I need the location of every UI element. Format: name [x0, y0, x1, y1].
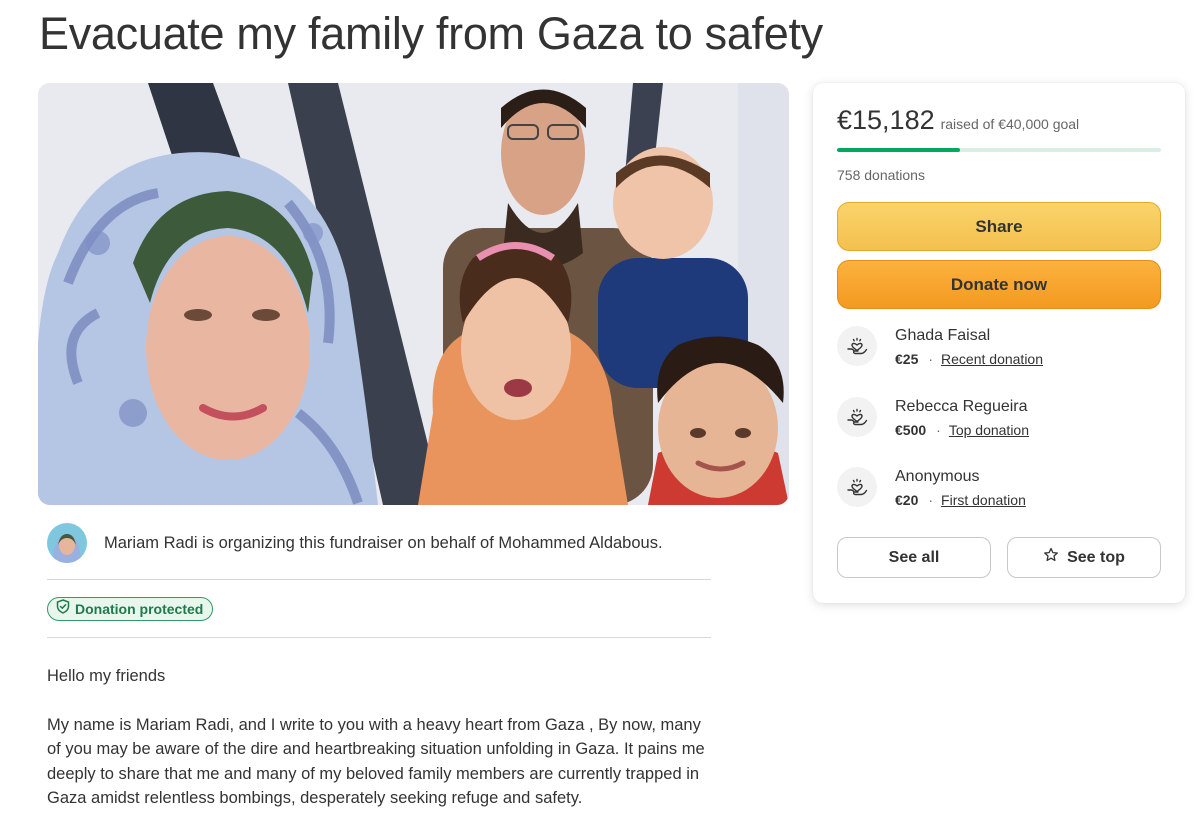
- progress-bar: [837, 148, 1161, 152]
- donation-protected-badge[interactable]: Donation protected: [47, 597, 214, 621]
- see-all-button[interactable]: See all: [837, 537, 991, 578]
- donor-name: Ghada Faisal: [895, 327, 991, 344]
- see-all-label: See all: [888, 548, 940, 566]
- donor-name: Anonymous: [895, 468, 980, 485]
- share-button[interactable]: Share: [837, 202, 1161, 251]
- donor-amount: €20: [895, 492, 919, 508]
- progress-fill: [837, 148, 960, 152]
- shield-check-icon: [56, 599, 70, 619]
- donor-meta: €20 · First donation: [895, 492, 1026, 508]
- donation-count: 758 donations: [837, 167, 925, 183]
- donor-item: Rebecca Regueira €500 · Top donation: [837, 397, 1161, 441]
- donation-tag-link[interactable]: Recent donation: [941, 351, 1043, 367]
- donor-item: Ghada Faisal €25 · Recent donation: [837, 326, 1161, 370]
- donation-tag-link[interactable]: Top donation: [949, 422, 1029, 438]
- donor-item: Anonymous €20 · First donation: [837, 467, 1161, 511]
- raised-summary: €15,182 raised of €40,000 goal: [837, 105, 1079, 136]
- donate-now-button[interactable]: Donate now: [837, 260, 1161, 309]
- badge-label: Donation protected: [75, 601, 204, 617]
- separator-dot: ·: [936, 422, 941, 438]
- donor-amount: €500: [895, 422, 927, 438]
- donor-meta: €500 · Top donation: [895, 422, 1029, 438]
- donor-name: Rebecca Regueira: [895, 398, 1028, 415]
- see-top-label: See top: [1067, 548, 1125, 566]
- organizer-avatar[interactable]: [47, 523, 87, 563]
- story-text: Hello my friends My name is Mariam Radi,…: [47, 664, 717, 832]
- star-icon: [1043, 547, 1059, 568]
- donation-card: €15,182 raised of €40,000 goal 758 donat…: [813, 83, 1185, 603]
- separator-dot: ·: [928, 351, 934, 367]
- organizer-row: Mariam Radi is organizing this fundraise…: [47, 521, 711, 565]
- donor-amount: €25: [895, 351, 919, 367]
- story-paragraph: Hello my friends: [47, 667, 166, 685]
- campaign-photo: [38, 83, 789, 505]
- donor-meta: €25 · Recent donation: [895, 351, 1043, 367]
- divider: [47, 637, 711, 638]
- raised-amount: €15,182: [837, 105, 935, 135]
- divider: [47, 579, 711, 580]
- see-top-button[interactable]: See top: [1007, 537, 1161, 578]
- goal-text: raised of €40,000 goal: [940, 116, 1080, 132]
- separator-dot: ·: [928, 492, 934, 508]
- donation-heart-icon: [837, 397, 877, 437]
- donation-tag-link[interactable]: First donation: [941, 492, 1026, 508]
- page-title: Evacuate my family from Gaza to safety: [39, 8, 823, 59]
- donation-heart-icon: [837, 326, 877, 366]
- story-paragraph: My name is Mariam Radi, and I write to y…: [47, 715, 705, 808]
- donation-heart-icon: [837, 467, 877, 507]
- organizer-text: Mariam Radi is organizing this fundraise…: [104, 533, 663, 552]
